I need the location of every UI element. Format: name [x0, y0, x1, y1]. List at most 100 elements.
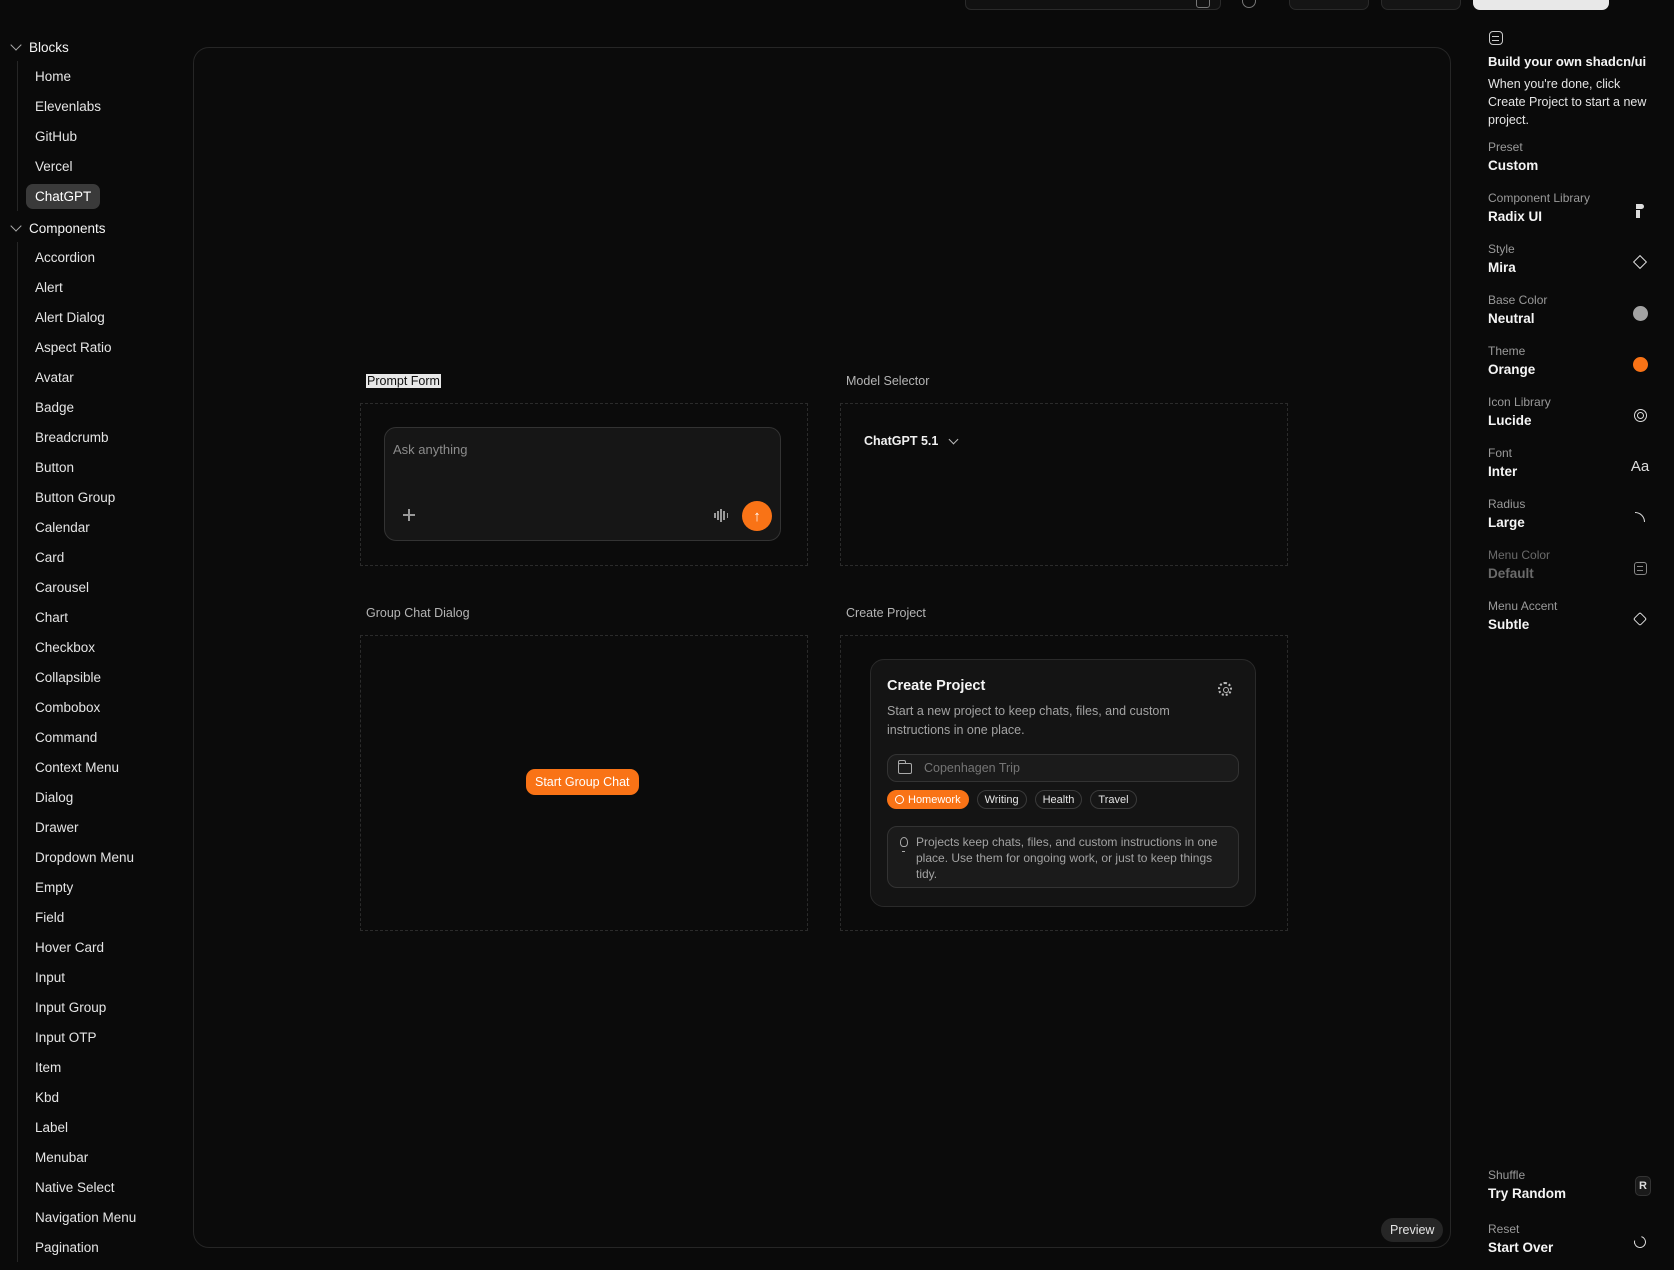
sidebar-item-navigation-menu[interactable]: Navigation Menu [26, 1202, 190, 1232]
sidebar-item-label: Button Group [35, 489, 116, 505]
sidebar-item-vercel[interactable]: Vercel [26, 151, 190, 181]
sidebar-item-card[interactable]: Card [26, 542, 190, 572]
sidebar-item-label: ChatGPT [26, 183, 101, 209]
sidebar-item-button[interactable]: Button [26, 452, 190, 482]
sidebar-item-label: Item [35, 1059, 62, 1075]
option-radius[interactable]: Radius Large [1488, 497, 1648, 537]
top-button-1[interactable] [1289, 0, 1369, 10]
reset-option[interactable]: Reset Start Over [1488, 1222, 1649, 1262]
tag-writing[interactable]: Writing [976, 790, 1027, 809]
top-button-2[interactable] [1381, 0, 1461, 10]
tag-homework[interactable]: Homework [887, 790, 969, 809]
sidebar-item-chatgpt[interactable]: ChatGPT [26, 181, 190, 211]
sidebar-item-item[interactable]: Item [26, 1052, 190, 1082]
model-selector-trigger[interactable]: ChatGPT 5.1 [864, 430, 959, 452]
sidebar-item-alert-dialog[interactable]: Alert Dialog [26, 302, 190, 332]
sidebar-group-components[interactable]: Components [0, 217, 190, 239]
panel-title: Build your own shadcn/ui [1488, 54, 1647, 69]
undo-icon [1631, 1233, 1649, 1251]
project-tags: Homework Writing Health Travel [887, 790, 1137, 809]
option-font[interactable]: Font Inter Aa [1488, 446, 1649, 486]
option-style[interactable]: Style Mira [1488, 242, 1648, 282]
sidebar-item-command[interactable]: Command [26, 722, 190, 752]
sidebar-item-menubar[interactable]: Menubar [26, 1142, 190, 1172]
info-text: Projects keep chats, files, and custom i… [916, 835, 1218, 881]
shuffle-option[interactable]: Shuffle Try Random R [1488, 1168, 1651, 1208]
option-menu-accent[interactable]: Menu Accent Subtle [1488, 599, 1648, 639]
sidebar-item-checkbox[interactable]: Checkbox [26, 632, 190, 662]
sidebar-item-input[interactable]: Input [26, 962, 190, 992]
sidebar-item-label: Breadcrumb [35, 429, 109, 445]
send-button[interactable]: ↑ [742, 501, 772, 531]
sidebar-item-calendar[interactable]: Calendar [26, 512, 190, 542]
create-project-card: Create Project Start a new project to ke… [870, 659, 1256, 907]
sidebar-item-input-group[interactable]: Input Group [26, 992, 190, 1022]
sidebar-item-hover-card[interactable]: Hover Card [26, 932, 190, 962]
sidebar-item-elevenlabs[interactable]: Elevenlabs [26, 91, 190, 121]
start-group-chat-button[interactable]: Start Group Chat [526, 769, 639, 795]
sidebar-item-label: Pagination [35, 1239, 99, 1255]
sidebar-item-pagination[interactable]: Pagination [26, 1232, 190, 1262]
option-value: Inter [1488, 464, 1518, 479]
sidebar-item-label: Native Select [35, 1179, 115, 1195]
sidebar-item-native-select[interactable]: Native Select [26, 1172, 190, 1202]
sidebar-item-input-otp[interactable]: Input OTP [26, 1022, 190, 1052]
sidebar-item-badge[interactable]: Badge [26, 392, 190, 422]
sidebar-item-label[interactable]: Label [26, 1112, 190, 1142]
sidebar-item-kbd[interactable]: Kbd [26, 1082, 190, 1112]
sidebar-item-breadcrumb[interactable]: Breadcrumb [26, 422, 190, 452]
tag-travel[interactable]: Travel [1090, 790, 1137, 809]
sidebar-item-dialog[interactable]: Dialog [26, 782, 190, 812]
project-name-field[interactable] [887, 754, 1239, 782]
sidebar-item-aspect-ratio[interactable]: Aspect Ratio [26, 332, 190, 362]
audio-waveform-icon[interactable] [714, 508, 728, 522]
gear-icon[interactable] [1218, 682, 1232, 696]
sidebar-item-context-menu[interactable]: Context Menu [26, 752, 190, 782]
sidebar-item-empty[interactable]: Empty [26, 872, 190, 902]
sidebar-item-button-group[interactable]: Button Group [26, 482, 190, 512]
sidebar-item-label: Avatar [35, 369, 74, 385]
sidebar-item-carousel[interactable]: Carousel [26, 572, 190, 602]
top-search-box[interactable] [965, 0, 1221, 10]
sidebar-item-combobox[interactable]: Combobox [26, 692, 190, 722]
prompt-input[interactable] [393, 437, 763, 461]
option-menu-color[interactable]: Menu Color Default [1488, 548, 1648, 588]
sidebar-item-drawer[interactable]: Drawer [26, 812, 190, 842]
sidebar-item-dropdown-menu[interactable]: Dropdown Menu [26, 842, 190, 872]
tag-label: Homework [908, 793, 961, 806]
project-name-input[interactable] [924, 761, 1224, 775]
sidebar-list: Accordion Alert Alert Dialog Aspect Ratio Av… [17, 242, 190, 1262]
option-base-color[interactable]: Base Color Neutral [1488, 293, 1648, 333]
sidebar-item-alert[interactable]: Alert [26, 272, 190, 302]
theme-toggle-icon[interactable] [1242, 0, 1256, 8]
check-circle-icon [895, 795, 904, 804]
sidebar-item-avatar[interactable]: Avatar [26, 362, 190, 392]
layout-icon[interactable] [1196, 0, 1210, 8]
option-theme[interactable]: Theme Orange [1488, 344, 1648, 384]
sidebar-item-collapsible[interactable]: Collapsible [26, 662, 190, 692]
option-value: Neutral [1488, 311, 1535, 326]
preview-badge[interactable]: Preview [1381, 1218, 1444, 1242]
lightbulb-icon [900, 837, 908, 852]
sidebar-item-label: Accordion [35, 249, 96, 265]
sidebar-item-accordion[interactable]: Accordion [26, 242, 190, 272]
sidebar-item-github[interactable]: GitHub [26, 121, 190, 151]
sidebar-item-label: Dialog [35, 789, 74, 805]
radix-icon [1636, 204, 1644, 218]
sidebar-item-chart[interactable]: Chart [26, 602, 190, 632]
sidebar-group-blocks[interactable]: Blocks [0, 36, 190, 58]
sidebar-item-home[interactable]: Home [26, 61, 190, 91]
app-root: Blocks Home Elevenlabs GitHub Vercel ChatGPT C… [0, 0, 1674, 1270]
tag-health[interactable]: Health [1034, 790, 1083, 809]
option-preset[interactable]: Preset Custom [1488, 140, 1648, 180]
top-primary-button[interactable] [1473, 0, 1609, 10]
option-icon-library[interactable]: Icon Library Lucide [1488, 395, 1648, 435]
sidebar-item-label: Checkbox [35, 639, 96, 655]
sidebar: Blocks Home Elevenlabs GitHub Vercel ChatGPT C… [0, 36, 190, 1270]
option-component-library[interactable]: Component Library Radix UI [1488, 191, 1648, 231]
option-label: Menu Accent [1488, 599, 1558, 613]
reset-label: Reset [1488, 1222, 1520, 1236]
plus-icon[interactable] [403, 509, 415, 521]
sidebar-item-field[interactable]: Field [26, 902, 190, 932]
reset-value: Start Over [1488, 1240, 1554, 1255]
